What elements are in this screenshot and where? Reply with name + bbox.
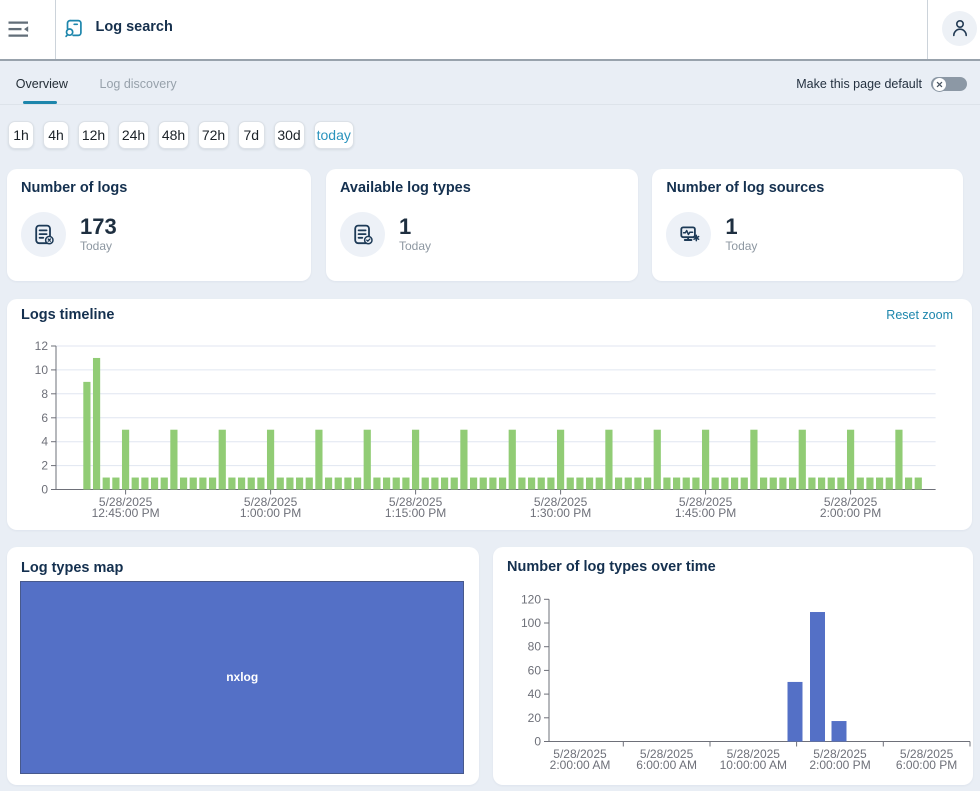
svg-text:6:00:00 AM: 6:00:00 AM bbox=[636, 758, 697, 772]
svg-text:12: 12 bbox=[35, 339, 49, 353]
svg-text:2:00:00 PM: 2:00:00 PM bbox=[809, 758, 870, 772]
svg-text:40: 40 bbox=[528, 687, 542, 701]
svg-text:1:00:00 PM: 1:00:00 PM bbox=[240, 506, 301, 520]
svg-text:20: 20 bbox=[528, 711, 542, 725]
svg-text:1:15:00 PM: 1:15:00 PM bbox=[385, 506, 446, 520]
svg-text:2: 2 bbox=[41, 459, 48, 473]
svg-text:60: 60 bbox=[528, 663, 542, 677]
svg-text:120: 120 bbox=[521, 592, 541, 606]
svg-text:4: 4 bbox=[41, 435, 48, 449]
svg-text:8: 8 bbox=[41, 387, 48, 401]
svg-text:1:30:00 PM: 1:30:00 PM bbox=[530, 506, 591, 520]
svg-text:80: 80 bbox=[528, 640, 542, 654]
svg-text:1:45:00 PM: 1:45:00 PM bbox=[675, 506, 736, 520]
svg-text:6:00:00 PM: 6:00:00 PM bbox=[896, 758, 957, 772]
svg-text:10:00:00 AM: 10:00:00 AM bbox=[720, 758, 787, 772]
svg-text:0: 0 bbox=[41, 483, 48, 497]
svg-text:2:00:00 PM: 2:00:00 PM bbox=[820, 506, 881, 520]
svg-text:10: 10 bbox=[35, 363, 49, 377]
svg-text:0: 0 bbox=[534, 735, 541, 749]
svg-text:12:45:00 PM: 12:45:00 PM bbox=[92, 506, 160, 520]
svg-text:100: 100 bbox=[521, 616, 541, 630]
svg-text:2:00:00 AM: 2:00:00 AM bbox=[550, 758, 611, 772]
svg-text:6: 6 bbox=[41, 411, 48, 425]
